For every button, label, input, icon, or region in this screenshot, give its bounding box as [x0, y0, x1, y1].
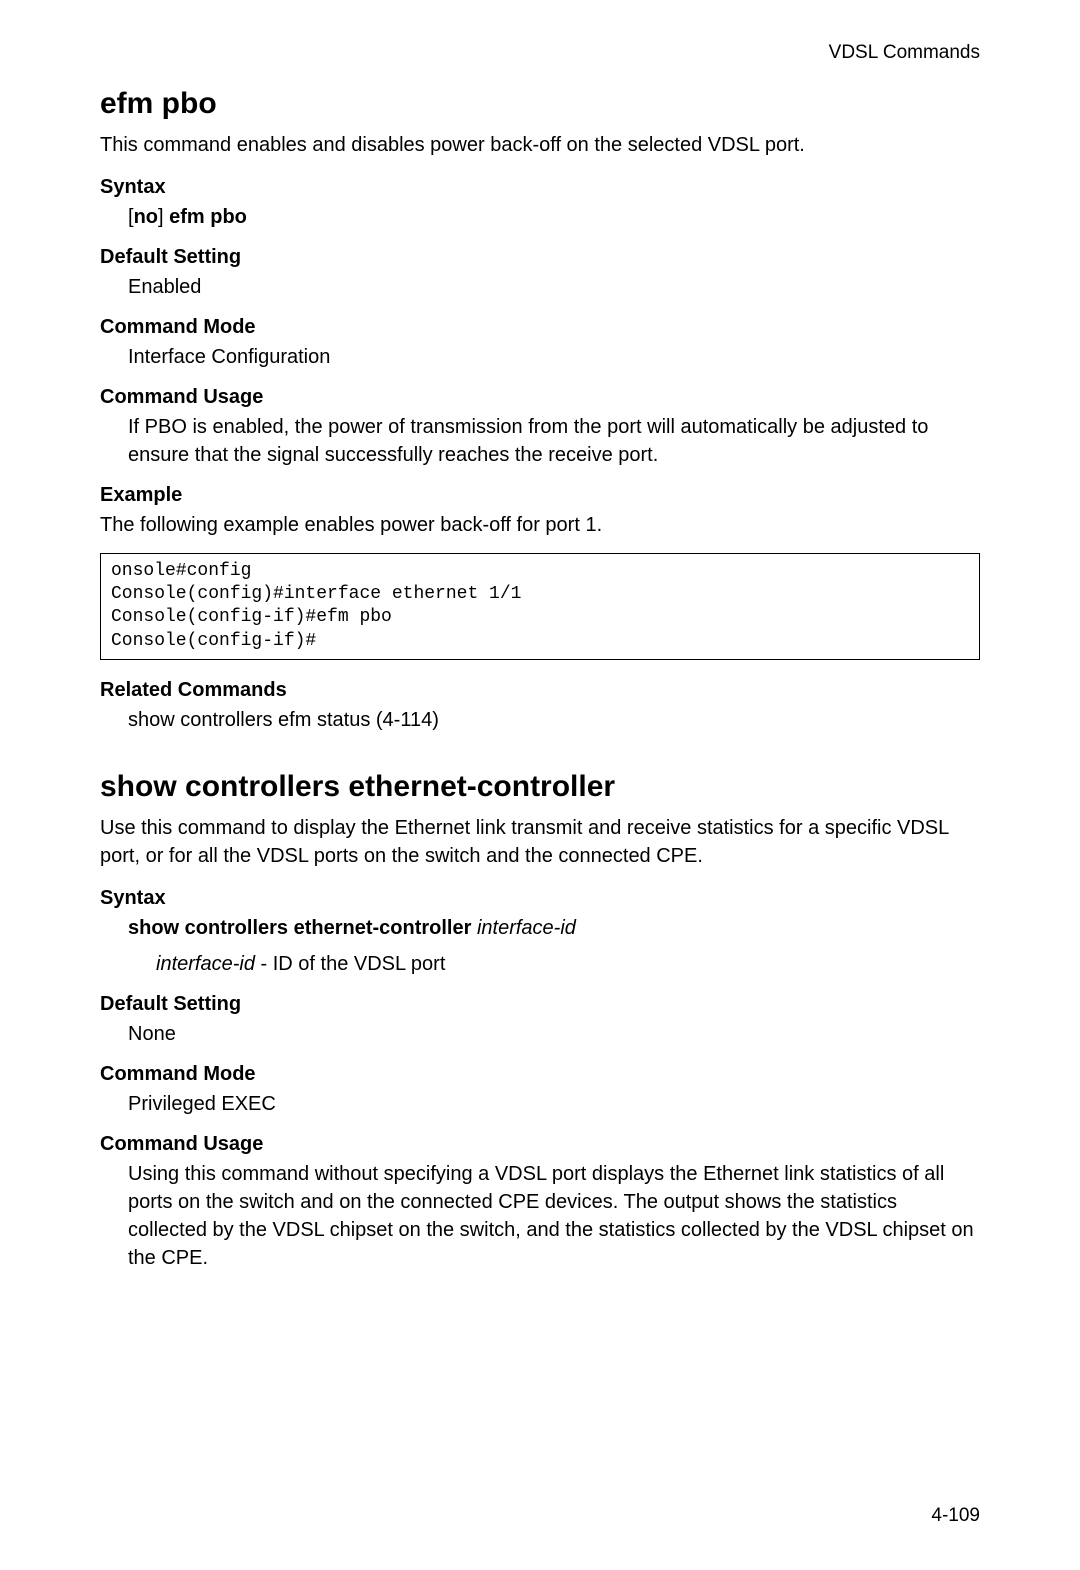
command-description: Use this command to display the Ethernet…: [100, 814, 980, 870]
default-setting-label: Default Setting: [100, 243, 980, 271]
default-setting-value: None: [128, 1020, 980, 1048]
related-commands-label: Related Commands: [100, 676, 980, 704]
syntax-argument: interface-id: [477, 917, 576, 939]
syntax-label: Syntax: [100, 173, 980, 201]
code-example: onsole#config Console(config)#interface …: [100, 553, 980, 661]
command-usage-text: Using this command without specifying a …: [128, 1160, 980, 1272]
syntax-line: [no] efm pbo: [128, 203, 980, 231]
command-mode-value: Privileged EXEC: [128, 1090, 980, 1118]
syntax-no-keyword: no: [134, 206, 158, 228]
argument-description: interface-id - ID of the VDSL port: [156, 950, 980, 978]
syntax-bracket-close: ]: [158, 206, 169, 228]
command-usage-label: Command Usage: [100, 383, 980, 411]
command-mode-value: Interface Configuration: [128, 343, 980, 371]
syntax-label: Syntax: [100, 884, 980, 912]
command-title-efm-pbo: efm pbo: [100, 83, 980, 125]
example-label: Example: [100, 481, 980, 509]
header-section-title: VDSL Commands: [100, 40, 980, 67]
argument-name: interface-id: [156, 953, 255, 975]
argument-desc-text: ID of the VDSL port: [273, 953, 446, 975]
argument-separator: -: [255, 953, 273, 975]
command-usage-text: If PBO is enabled, the power of transmis…: [128, 413, 980, 469]
syntax-command: efm pbo: [169, 206, 247, 228]
related-commands-value: show controllers efm status (4-114): [128, 706, 980, 734]
command-mode-label: Command Mode: [100, 1060, 980, 1088]
command-description: This command enables and disables power …: [100, 131, 980, 159]
command-mode-label: Command Mode: [100, 313, 980, 341]
default-setting-value: Enabled: [128, 273, 980, 301]
syntax-line: show controllers ethernet-controller int…: [128, 914, 980, 942]
example-intro: The following example enables power back…: [100, 511, 980, 539]
default-setting-label: Default Setting: [100, 990, 980, 1018]
command-title-show-controllers: show controllers ethernet-controller: [100, 766, 980, 808]
command-usage-label: Command Usage: [100, 1130, 980, 1158]
syntax-command: show controllers ethernet-controller: [128, 917, 471, 939]
page-number: 4-109: [931, 1503, 980, 1530]
